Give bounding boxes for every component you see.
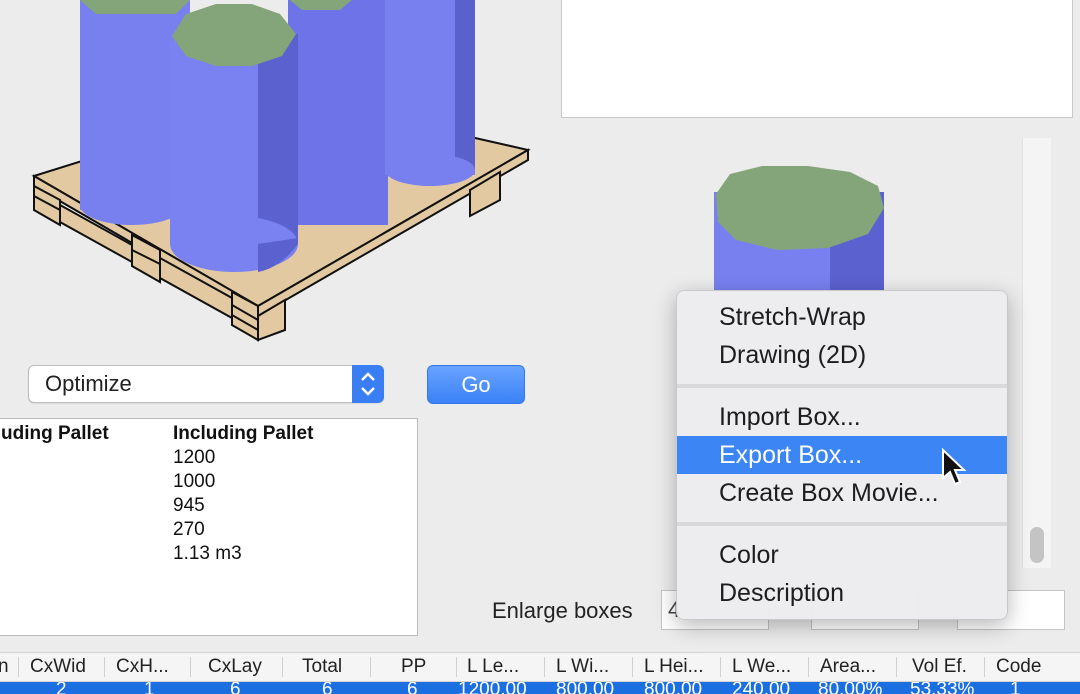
menu-item-drawing-2d[interactable]: Drawing (2D) — [677, 336, 1007, 374]
col-header[interactable]: CxWid — [30, 656, 86, 678]
col-header[interactable]: Area... — [820, 656, 876, 678]
col-header[interactable]: L Hei... — [644, 656, 704, 678]
scrollbar-thumb[interactable] — [1030, 527, 1044, 563]
menu-separator — [677, 522, 1007, 526]
col-header[interactable]: n — [0, 656, 9, 678]
cell: 80.00% — [818, 682, 883, 694]
cell: 800.00 — [644, 682, 703, 694]
menu-separator — [677, 384, 1007, 388]
col-header[interactable]: L Wi... — [556, 656, 609, 678]
cell: 53.33% — [910, 682, 975, 694]
cell: 6 — [407, 682, 418, 694]
col-header[interactable]: Total — [302, 656, 342, 678]
col-header[interactable]: CxLay — [208, 656, 262, 678]
table-row[interactable]: 2 1 6 6 6 1200.00 800.00 800.00 240.00 8… — [0, 682, 1080, 694]
preview-panel — [561, 0, 1073, 118]
menu-item-description[interactable]: Description — [677, 574, 1007, 612]
menu-item-color[interactable]: Color — [677, 536, 1007, 574]
mouse-cursor-icon — [942, 448, 967, 486]
grid-header: n CxWid CxH... CxLay Total PP L Le... L … — [0, 652, 1080, 682]
cell: 1200.00 — [458, 682, 527, 694]
summary-panel: uding Pallet Including Pallet 1200 1000 … — [0, 418, 418, 636]
side-scrollbar[interactable] — [1022, 138, 1051, 568]
summary-value: 1200 — [173, 447, 216, 468]
optimize-select-value: Optimize — [45, 371, 132, 396]
cell: 800.00 — [556, 682, 615, 694]
summary-value: 270 — [173, 519, 205, 540]
summary-value: 945 — [173, 495, 205, 516]
summary-value: 1.13 m3 — [173, 543, 242, 564]
cell: 6 — [322, 682, 333, 694]
select-arrows-icon — [352, 365, 384, 403]
cylinder-icon — [714, 166, 884, 290]
cell: 1 — [1010, 682, 1021, 694]
cell: 240.00 — [732, 682, 791, 694]
col-header[interactable]: PP — [401, 656, 426, 678]
summary-value: 1000 — [173, 471, 216, 492]
cell: 6 — [230, 682, 241, 694]
box-preview[interactable] — [700, 150, 900, 290]
col2-header: Including Pallet — [173, 423, 314, 444]
col-header[interactable]: Code — [996, 656, 1041, 678]
col-header[interactable]: L We... — [732, 656, 791, 678]
cell: 2 — [56, 682, 67, 694]
col1-header: uding Pallet — [1, 423, 109, 444]
pallet-3d-view[interactable] — [0, 0, 560, 350]
cell: 1 — [144, 682, 155, 694]
col-header[interactable]: Vol Ef. — [912, 656, 967, 678]
menu-item-stretch-wrap[interactable]: Stretch-Wrap — [677, 298, 1007, 336]
menu-item-import-box[interactable]: Import Box... — [677, 398, 1007, 436]
optimize-select[interactable]: Optimize — [28, 365, 384, 403]
enlarge-label: Enlarge boxes — [492, 598, 633, 623]
col-header[interactable]: CxH... — [116, 656, 169, 678]
go-button[interactable]: Go — [427, 365, 525, 404]
col-header[interactable]: L Le... — [467, 656, 519, 678]
